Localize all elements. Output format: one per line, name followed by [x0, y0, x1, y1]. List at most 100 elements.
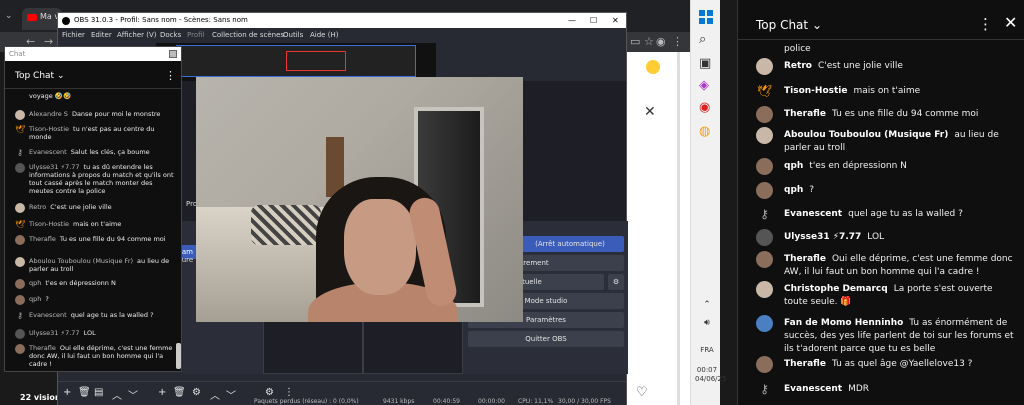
mixer-menu-icon[interactable]: ⋮ — [284, 387, 294, 398]
avatar[interactable]: ⚷ — [15, 311, 25, 321]
chat-author[interactable]: Therafle — [784, 254, 826, 264]
close-icon[interactable]: ✕ — [644, 104, 656, 120]
chrome-app-icon[interactable]: ◍ — [699, 124, 710, 139]
chat-author[interactable]: Retro — [29, 203, 46, 211]
avatar[interactable] — [15, 257, 25, 267]
avatar[interactable] — [15, 279, 25, 289]
avatar[interactable] — [756, 356, 773, 373]
obs-app-icon[interactable]: ◉ — [699, 100, 710, 115]
chat-author[interactable]: Therafle — [29, 235, 56, 243]
menu-docks[interactable]: Docks — [160, 28, 181, 42]
quit-obs-button[interactable]: Quitter OBS — [468, 331, 624, 347]
avatar[interactable]: ⚷ — [756, 206, 773, 223]
avatar[interactable] — [15, 235, 25, 245]
chat-author[interactable]: Therafle — [784, 109, 826, 119]
minimize-icon[interactable]: — — [568, 13, 576, 28]
add-source-icon[interactable]: + — [158, 387, 166, 398]
profile-icon[interactable]: ◉ — [656, 35, 666, 48]
remove-source-trash-icon[interactable]: 🗑︎ — [173, 387, 186, 398]
chat-author[interactable]: Therafle — [784, 359, 826, 369]
avatar[interactable] — [756, 315, 773, 332]
popout-chat-title[interactable]: Top Chat ⌄ — [15, 71, 65, 81]
remove-scene-trash-icon[interactable]: 🗑︎ — [78, 387, 91, 398]
selected-source-box[interactable] — [286, 51, 346, 71]
tab-list-chevron-icon[interactable]: ⌄ — [5, 11, 13, 21]
menu-icon[interactable]: ⋮ — [672, 35, 683, 48]
chat-author[interactable]: Aboulou Touboulou (Musique Fr) — [29, 257, 133, 265]
avatar[interactable] — [756, 58, 773, 75]
avatar[interactable] — [756, 251, 773, 268]
screen-icon[interactable]: ▭ — [630, 35, 640, 48]
language-indicator[interactable]: FRA — [695, 346, 719, 354]
avatar[interactable] — [15, 203, 25, 213]
chat-author[interactable]: Evanescent — [784, 384, 842, 394]
tray-chevron-icon[interactable]: ⌃ — [695, 300, 719, 310]
avatar[interactable] — [756, 127, 773, 144]
app-icon[interactable]: ◈ — [699, 78, 709, 93]
avatar[interactable] — [15, 295, 25, 305]
chat-author[interactable]: Ulysse31 ⚡7.77 — [784, 232, 861, 242]
webcam-video-feed[interactable] — [196, 77, 523, 322]
avatar[interactable] — [15, 344, 25, 354]
avatar[interactable] — [756, 281, 773, 298]
menu-aide[interactable]: Aide (H) — [310, 28, 338, 42]
avatar[interactable]: ⚷ — [15, 148, 25, 158]
avatar[interactable] — [756, 106, 773, 123]
chat-author[interactable]: qph — [784, 185, 803, 195]
volume-icon[interactable]: 🔊︎ — [695, 318, 719, 328]
avatar[interactable]: 🕊︎ — [15, 220, 25, 230]
menu-afficher[interactable]: Afficher (V) — [117, 28, 157, 42]
avatar[interactable] — [756, 229, 773, 246]
add-scene-icon[interactable]: + — [63, 387, 71, 398]
star-icon[interactable]: ☆ — [644, 35, 654, 48]
avatar[interactable] — [15, 110, 25, 120]
popout-window-icon[interactable] — [169, 50, 177, 58]
search-icon[interactable]: ⌕ — [699, 32, 706, 47]
avatar[interactable] — [756, 158, 773, 175]
page-scrollbar[interactable] — [677, 52, 680, 405]
chat-author[interactable]: Tison-Hostie — [29, 125, 69, 133]
virtual-camera-settings-gear-icon[interactable]: ⚙ — [608, 274, 624, 290]
chat-author[interactable]: qph — [29, 295, 41, 303]
avatar[interactable] — [15, 329, 25, 339]
clock-date[interactable]: 04/06/25 — [695, 375, 726, 383]
chat-author[interactable]: Christophe Demarcq — [784, 284, 888, 294]
scene-filter-icon[interactable]: ▤ — [94, 387, 103, 398]
menu-fichier[interactable]: Fichier — [62, 28, 85, 42]
avatar[interactable] — [756, 182, 773, 199]
chat-author[interactable]: Evanescent — [29, 311, 67, 319]
obs-preview-canvas[interactable] — [156, 43, 436, 81]
chat-author[interactable]: Retro — [784, 61, 812, 71]
task-view-icon[interactable]: ▣ — [699, 56, 711, 71]
chat-author[interactable]: Tison-Hostie — [29, 220, 69, 228]
menu-profil[interactable]: Profil — [187, 28, 204, 42]
chat-author[interactable]: qph — [29, 279, 41, 287]
stop-auto-button[interactable]: (Arrêt automatique) — [516, 236, 624, 252]
avatar[interactable]: ⚷ — [756, 381, 773, 398]
avatar[interactable]: 🕊︎ — [756, 83, 773, 100]
windows-start-icon[interactable] — [699, 10, 713, 24]
mixer-settings-icon[interactable]: ⚙ — [265, 387, 274, 398]
chat-author[interactable]: Ulysse31 ⚡7.77 — [29, 329, 80, 337]
avatar[interactable] — [15, 163, 25, 173]
more-options-icon[interactable]: ⋮ — [165, 69, 176, 82]
maximize-icon[interactable]: ☐ — [590, 13, 597, 28]
browser-tab[interactable]: Ma vi — [22, 8, 62, 30]
chat-author[interactable]: Tison-Hostie — [784, 86, 847, 96]
chat-author[interactable]: Therafle — [29, 344, 56, 352]
chat-author[interactable]: qph — [784, 161, 803, 171]
chat-title[interactable]: Top Chat ⌄ — [756, 18, 822, 32]
menu-outils[interactable]: Outils — [283, 28, 303, 42]
chat-author[interactable]: Aboulou Touboulou (Musique Fr) — [784, 130, 948, 140]
popout-scrollbar[interactable] — [176, 343, 181, 369]
source-settings-gear-icon[interactable]: ⚙ — [192, 387, 201, 398]
chat-author[interactable]: Fan de Momo Henninho — [784, 318, 903, 328]
chat-author[interactable]: Ulysse31 ⚡7.77 — [29, 163, 80, 171]
menu-editer[interactable]: Editer — [91, 28, 112, 42]
clock-time[interactable]: 00:07 — [695, 366, 719, 374]
like-heart-icon[interactable]: ♡ — [636, 385, 648, 400]
chat-author[interactable]: Evanescent — [784, 209, 842, 219]
chat-author[interactable]: Alexandre S — [29, 110, 68, 118]
close-icon[interactable]: ✕ — [1004, 13, 1017, 32]
avatar[interactable]: 🕊︎ — [15, 125, 25, 135]
